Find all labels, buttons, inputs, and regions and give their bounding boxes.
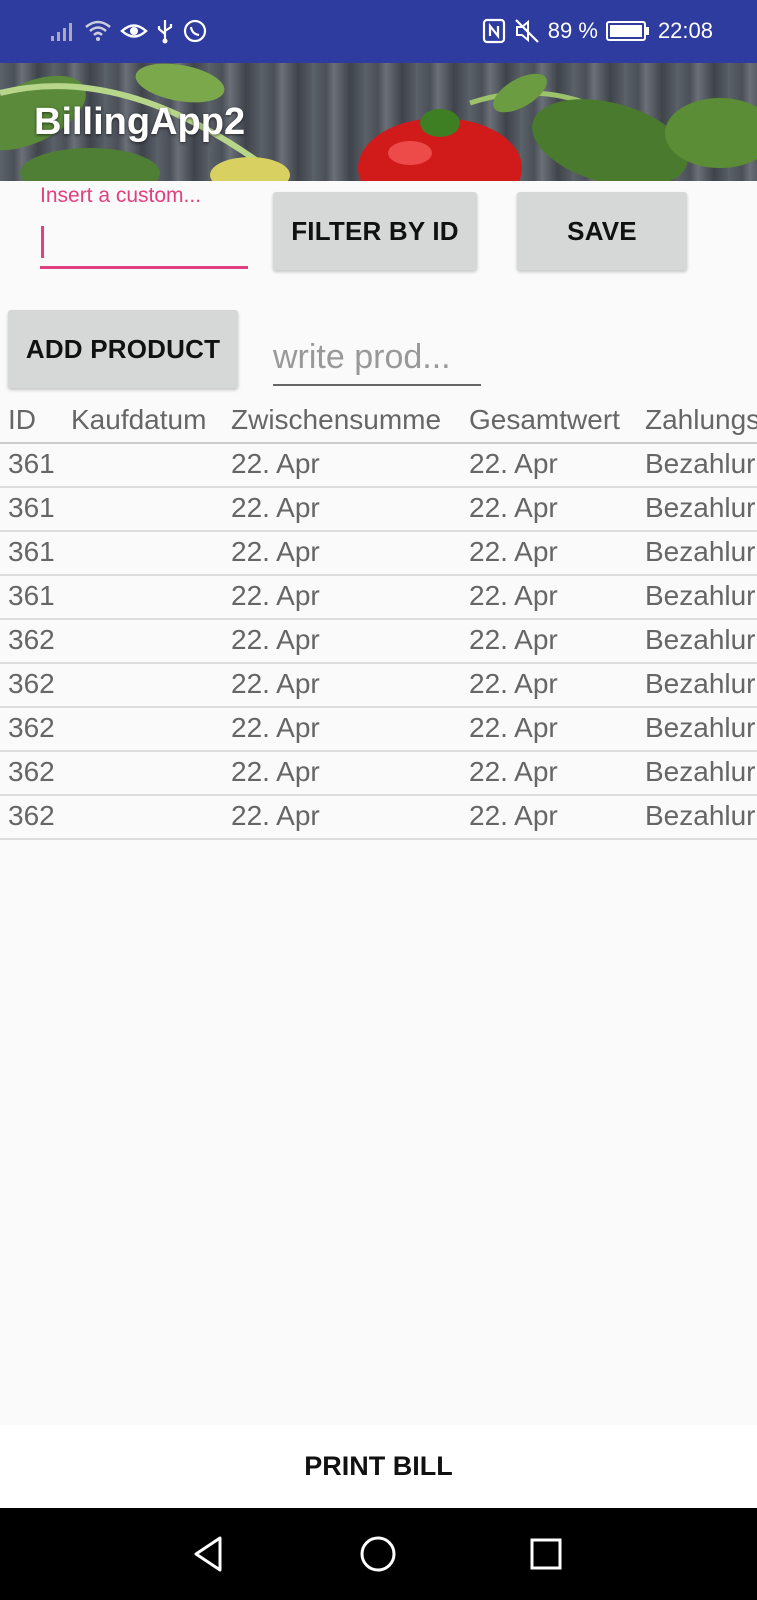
table-row[interactable]: 362 22. Apr 22. Apr Bezahlur — [0, 752, 757, 796]
table-row[interactable]: 362 22. Apr 22. Apr Bezahlur — [0, 796, 757, 840]
cell-zwischensumme: 22. Apr — [231, 536, 320, 567]
orders-table: ID Kaufdatum Zwischensumme Gesamtwert Za… — [0, 400, 757, 840]
column-header-id: ID — [8, 404, 36, 435]
table-row[interactable]: 361 22. Apr 22. Apr Bezahlur — [0, 532, 757, 576]
table-body: 361 22. Apr 22. Apr Bezahlur 361 22. Apr… — [0, 444, 757, 840]
cell-gesamtwert: 22. Apr — [469, 756, 558, 787]
cell-zahlungs: Bezahlur — [645, 536, 756, 567]
cell-gesamtwert: 22. Apr — [469, 492, 558, 523]
eye-icon — [120, 24, 148, 38]
nfc-icon — [482, 18, 505, 44]
table-row[interactable]: 362 22. Apr 22. Apr Bezahlur — [0, 620, 757, 664]
cell-zahlungs: Bezahlur — [645, 624, 756, 655]
cell-zahlungs: Bezahlur — [645, 668, 756, 699]
table-row[interactable]: 361 22. Apr 22. Apr Bezahlur — [0, 444, 757, 488]
column-header-kaufdatum: Kaufdatum — [71, 404, 207, 435]
cell-gesamtwert: 22. Apr — [469, 580, 558, 611]
status-icons-left — [50, 18, 208, 44]
mute-icon — [515, 19, 539, 43]
cell-id: 361 — [8, 536, 55, 567]
cell-zahlungs: Bezahlur — [645, 448, 756, 479]
battery-percent: 89 % — [547, 18, 598, 43]
cell-gesamtwert: 22. Apr — [469, 536, 558, 567]
cell-zwischensumme: 22. Apr — [231, 492, 320, 523]
add-product-button[interactable]: ADD PRODUCT — [8, 310, 238, 388]
cell-gesamtwert: 22. Apr — [469, 448, 558, 479]
signal-icon — [51, 23, 72, 41]
app-header: BillingApp2 — [0, 63, 757, 181]
cell-id: 361 — [8, 448, 55, 479]
clock: 22:08 — [657, 18, 713, 43]
cell-id: 362 — [8, 800, 55, 831]
cell-zwischensumme: 22. Apr — [231, 624, 320, 655]
cell-gesamtwert: 22. Apr — [469, 624, 558, 655]
table-row[interactable]: 362 22. Apr 22. Apr Bezahlur — [0, 664, 757, 708]
table-header-row: ID Kaufdatum Zwischensumme Gesamtwert Za… — [0, 400, 757, 444]
cell-id: 362 — [8, 668, 55, 699]
cell-zwischensumme: 22. Apr — [231, 668, 320, 699]
table-row[interactable]: 361 22. Apr 22. Apr Bezahlur — [0, 488, 757, 532]
back-icon[interactable] — [188, 1532, 232, 1576]
text-cursor — [41, 226, 44, 258]
filter-by-id-button[interactable]: FILTER BY ID — [273, 192, 477, 270]
cell-id: 362 — [8, 624, 55, 655]
cell-zahlungs: Bezahlur — [645, 800, 756, 831]
print-bill-button[interactable]: PRINT BILL — [0, 1425, 757, 1508]
save-button[interactable]: SAVE — [517, 192, 687, 270]
cell-gesamtwert: 22. Apr — [469, 800, 558, 831]
cell-zwischensumme: 22. Apr — [231, 800, 320, 831]
cell-zahlungs: Bezahlur — [645, 492, 756, 523]
cell-gesamtwert: 22. Apr — [469, 712, 558, 743]
table-row[interactable]: 362 22. Apr 22. Apr Bezahlur — [0, 708, 757, 752]
column-header-zahlungs: Zahlungs — [645, 404, 757, 435]
usb-icon — [157, 20, 173, 44]
customer-field-label: Insert a custom... — [40, 184, 202, 207]
cell-gesamtwert: 22. Apr — [469, 668, 558, 699]
cell-zahlungs: Bezahlur — [645, 580, 756, 611]
status-icons-right: 89 % 22:08 — [482, 16, 713, 46]
home-icon[interactable] — [356, 1532, 400, 1576]
cell-zwischensumme: 22. Apr — [231, 448, 320, 479]
recent-apps-icon[interactable] — [524, 1532, 568, 1576]
customer-id-input[interactable] — [40, 218, 248, 269]
column-header-gesamtwert: Gesamtwert — [469, 404, 620, 435]
whatsapp-icon — [183, 19, 207, 43]
cell-zahlungs: Bezahlur — [645, 756, 756, 787]
system-navigation-bar — [0, 1508, 757, 1600]
cell-id: 361 — [8, 492, 55, 523]
battery-icon — [605, 21, 649, 41]
cell-zahlungs: Bezahlur — [645, 712, 756, 743]
cell-id: 361 — [8, 580, 55, 611]
product-input[interactable] — [273, 338, 481, 386]
table-row[interactable]: 361 22. Apr 22. Apr Bezahlur — [0, 576, 757, 620]
status-bar: 89 % 22:08 — [0, 0, 757, 63]
wifi-icon — [85, 20, 111, 41]
app-title: BillingApp2 — [34, 101, 246, 143]
column-header-zwischensumme: Zwischensumme — [231, 404, 442, 435]
cell-zwischensumme: 22. Apr — [231, 580, 320, 611]
cell-zwischensumme: 22. Apr — [231, 756, 320, 787]
cell-id: 362 — [8, 756, 55, 787]
cell-zwischensumme: 22. Apr — [231, 712, 320, 743]
cell-id: 362 — [8, 712, 55, 743]
